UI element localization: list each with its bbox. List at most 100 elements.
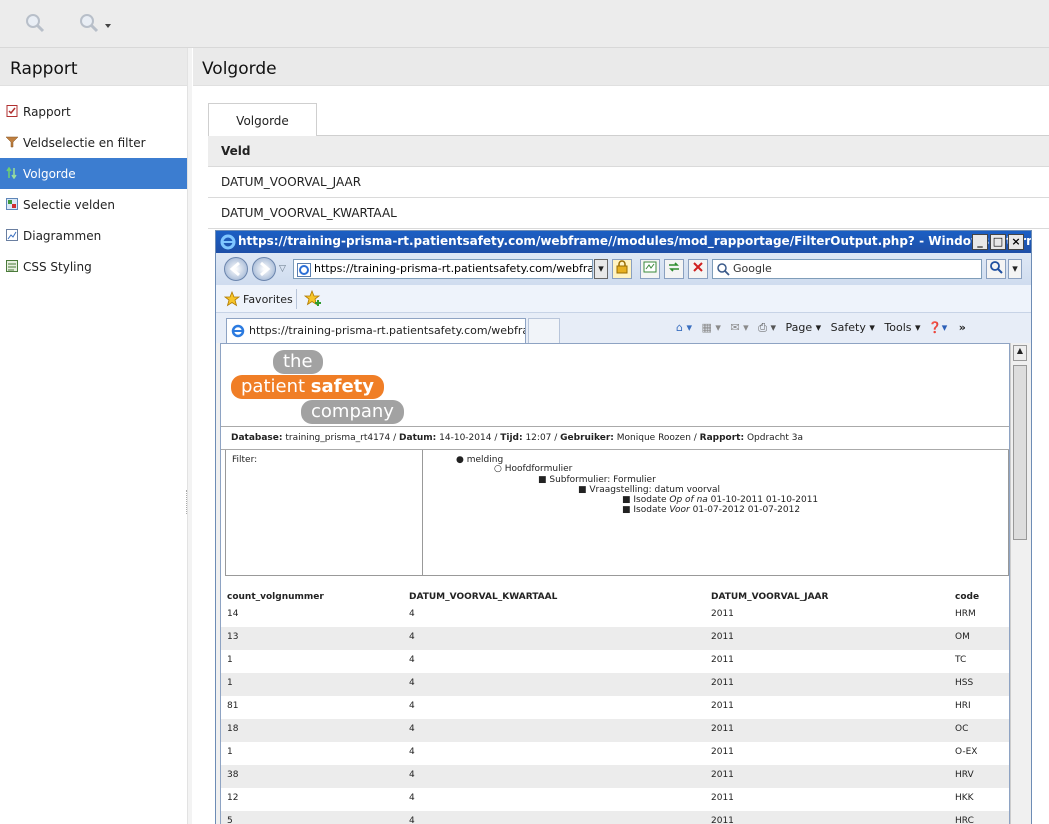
table-cell: 4 <box>409 724 415 734</box>
tools-menu[interactable]: Tools ▾ <box>884 321 920 334</box>
field-order-table: Veld DATUM_VOORVAL_JAAR DATUM_VOORVAL_KW… <box>208 136 1049 229</box>
mail-icon[interactable]: ✉ ▾ <box>730 321 748 334</box>
address-dropdown-button[interactable]: ▾ <box>594 259 608 279</box>
table-cell: O-EX <box>955 747 978 757</box>
refresh-button[interactable] <box>664 259 684 279</box>
table-row: 5 4 2011 HRC <box>221 811 1009 824</box>
table-cell: OC <box>955 724 969 734</box>
sidebar-item-selectie-velden[interactable]: Selectie velden <box>0 189 187 220</box>
report-meta-line: Database: training_prisma_rt4174 / Datum… <box>221 426 1009 450</box>
browser-nav-bar: ▽ https://training-prisma-rt.patientsafe… <box>216 253 1031 285</box>
security-lock-button[interactable] <box>612 259 632 279</box>
ie-logo-icon <box>231 324 245 338</box>
table-cell: 13 <box>227 632 239 642</box>
zoom-button[interactable] <box>24 10 46 36</box>
table-cell: HRI <box>955 701 971 711</box>
back-arrow-icon <box>229 261 240 277</box>
page-title: Volgorde <box>193 48 1049 86</box>
table-cell: 2011 <box>711 747 734 757</box>
table-cell: 12 <box>227 793 239 803</box>
forward-button[interactable] <box>252 257 276 281</box>
browser-title-bar[interactable]: https://training-prisma-rt.patientsafety… <box>216 231 1031 253</box>
table-row[interactable]: DATUM_VOORVAL_KWARTAAL <box>208 198 1049 229</box>
magnifier-zoom-icon <box>26 14 45 33</box>
table-row: 12 4 2011 HKK <box>221 788 1009 811</box>
logo-patient: patient <box>241 376 311 397</box>
table-cell: HSS <box>955 678 974 688</box>
scrollbar-thumb[interactable] <box>1013 365 1027 540</box>
css-icon <box>6 260 18 272</box>
search-go-button[interactable] <box>986 259 1006 279</box>
filter-text: 01-10-2011 01-10-2011 <box>707 495 819 505</box>
table-cell: HRV <box>955 770 974 780</box>
gebruiker-label: Gebruiker: <box>560 433 614 443</box>
sidebar-item-rapport[interactable]: Rapport <box>0 96 187 127</box>
address-text: https://training-prisma-rt.patientsafety… <box>314 262 593 275</box>
favorites-bar: Favorites <box>216 285 1031 313</box>
report-checklist-icon <box>6 105 18 117</box>
logo-the: the <box>273 350 323 374</box>
search-dropdown-button[interactable] <box>78 10 112 36</box>
rapport-label: Rapport: <box>699 433 745 443</box>
browser-tab[interactable]: https://training-prisma-rt.patientsafety… <box>226 318 526 343</box>
safety-menu[interactable]: Safety ▾ <box>831 321 875 334</box>
maximize-button[interactable]: □ <box>990 234 1006 250</box>
feeds-icon[interactable]: ▦ ▾ <box>702 321 721 334</box>
sidebar-item-volgorde[interactable]: Volgorde <box>0 158 187 189</box>
add-favorite-button[interactable] <box>303 289 322 311</box>
table-cell: 4 <box>409 609 415 619</box>
table-cell: 2011 <box>711 609 734 619</box>
sidebar-item-css-styling[interactable]: CSS Styling <box>0 251 187 282</box>
page-icon <box>297 263 311 277</box>
stop-button[interactable] <box>688 259 708 279</box>
scroll-up-arrow-icon[interactable]: ▲ <box>1013 345 1027 361</box>
tijd-label: Tijd: <box>500 433 523 443</box>
sidebar-item-diagrammen[interactable]: Diagrammen <box>0 220 187 251</box>
add-favorite-icon <box>303 289 321 306</box>
help-icon[interactable]: ❓▾ <box>928 321 947 334</box>
table-row: 13 4 2011 OM <box>221 627 1009 650</box>
favorites-button[interactable]: Favorites <box>224 291 293 307</box>
vertical-scrollbar[interactable]: ▲ <box>1010 343 1029 824</box>
ie-logo-icon <box>220 234 236 250</box>
new-tab-button[interactable] <box>528 318 560 343</box>
tab-strip: Volgorde <box>208 103 1049 137</box>
datum-value: 14-10-2014 <box>439 433 492 443</box>
toolbar <box>0 0 1049 48</box>
sidebar-item-veldselectie[interactable]: Veldselectie en filter <box>0 127 187 158</box>
table-header: Veld <box>208 136 1049 167</box>
favorites-label: Favorites <box>243 292 293 306</box>
table-cell: 2011 <box>711 701 734 711</box>
results-table: count_volgnummer DATUM_VOORVAL_KWARTAAL … <box>221 586 1009 824</box>
tijd-value: 12:07 <box>525 433 552 443</box>
search-options-button[interactable]: ▾ <box>1008 259 1022 279</box>
column-header: DATUM_VOORVAL_KWARTAAL <box>409 592 558 602</box>
sidebar-item-label: Selectie velden <box>23 197 115 212</box>
filter-text: Isodate <box>633 505 670 515</box>
table-cell: 4 <box>409 770 415 780</box>
splitter-grip[interactable] <box>186 490 188 514</box>
command-bar: ⌂ ▾ ▦ ▾ ✉ ▾ ⎙ ▾ Page ▾ Safety ▾ Tools ▾ … <box>676 321 966 335</box>
table-row[interactable]: DATUM_VOORVAL_JAAR <box>208 167 1049 198</box>
close-window-button[interactable]: × <box>1008 234 1024 250</box>
datum-label: Datum: <box>399 433 437 443</box>
compatibility-view-button[interactable] <box>640 259 660 279</box>
search-input[interactable]: Google <box>712 259 982 279</box>
home-icon[interactable]: ⌂ ▾ <box>676 321 692 334</box>
tab-volgorde[interactable]: Volgorde <box>208 103 317 137</box>
column-header: count_volgnummer <box>227 592 324 602</box>
pane-splitter[interactable] <box>187 48 192 824</box>
minimize-button[interactable]: _ <box>972 234 988 250</box>
filter-text: Vraagstelling: datum voorval <box>589 485 721 495</box>
back-button[interactable] <box>224 257 248 281</box>
address-bar[interactable]: https://training-prisma-rt.patientsafety… <box>293 259 593 279</box>
page-menu[interactable]: Page ▾ <box>786 321 822 334</box>
table-cell: HRC <box>955 816 974 824</box>
table-cell: 4 <box>409 747 415 757</box>
sidebar-item-label: Diagrammen <box>23 228 102 243</box>
table-row: 18 4 2011 OC <box>221 719 1009 742</box>
history-dropdown-icon[interactable]: ▽ <box>279 264 286 274</box>
chevron-more-icon[interactable]: » <box>959 321 966 334</box>
table-cell: HKK <box>955 793 974 803</box>
print-icon[interactable]: ⎙ ▾ <box>758 321 776 334</box>
